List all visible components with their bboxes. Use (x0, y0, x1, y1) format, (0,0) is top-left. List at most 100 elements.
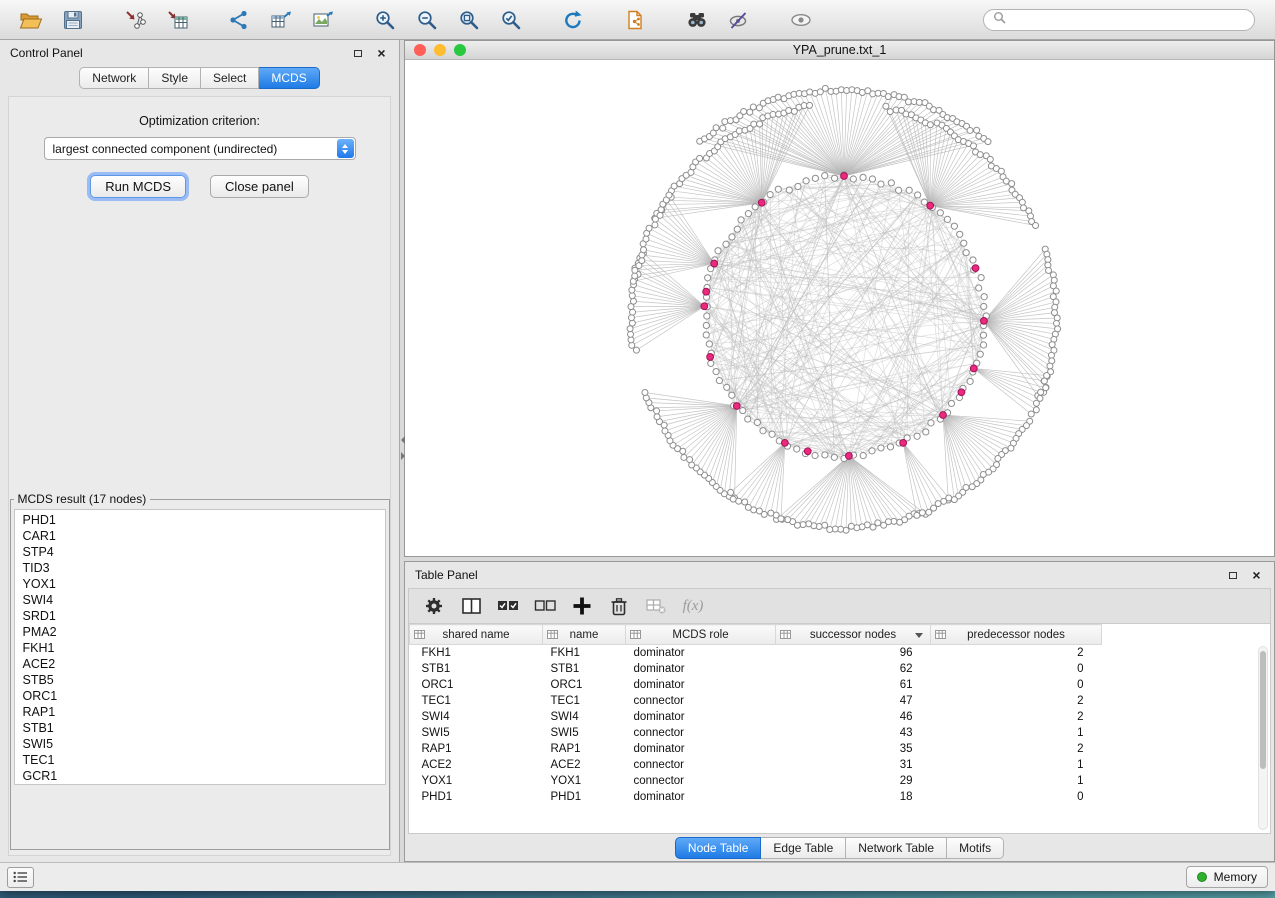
search-input[interactable] (1012, 12, 1245, 28)
open-folder-icon[interactable] (10, 5, 52, 35)
tab-motifs[interactable]: Motifs (947, 837, 1004, 859)
mcds-result-item[interactable]: PHD1 (15, 512, 385, 528)
mcds-result-item[interactable]: STP4 (15, 544, 385, 560)
close-window-icon[interactable] (414, 44, 426, 56)
criterion-selected-value: largest connected component (undirected) (53, 142, 278, 156)
mcds-result-group: MCDS result (17 nodes) PHD1CAR1STP4TID3Y… (10, 492, 390, 850)
memory-button[interactable]: Memory (1186, 866, 1268, 888)
column-header-mcds-role[interactable]: MCDS role (626, 625, 776, 645)
select-all-checkboxes-icon[interactable] (497, 594, 519, 618)
zoom-window-icon[interactable] (454, 44, 466, 56)
export-table-icon[interactable] (260, 5, 302, 35)
zoom-in-icon[interactable] (364, 5, 406, 35)
table-row[interactable]: SWI4SWI4dominator462 (410, 709, 1102, 725)
column-header-successor-nodes[interactable]: successor nodes (776, 625, 931, 645)
control-panel: Control Panel × Network Style Select MCD… (0, 40, 400, 862)
tab-node-table[interactable]: Node Table (675, 837, 762, 859)
mcds-result-item[interactable]: SRD1 (15, 608, 385, 624)
minimize-window-icon[interactable] (434, 44, 446, 56)
table-row[interactable]: SWI5SWI5connector431 (410, 725, 1102, 741)
mcds-result-item[interactable]: SWI5 (15, 736, 385, 752)
split-columns-icon[interactable] (460, 594, 482, 618)
mcds-result-item[interactable]: ORC1 (15, 688, 385, 704)
close-panel-icon[interactable]: × (374, 46, 389, 61)
tab-edge-table[interactable]: Edge Table (761, 837, 846, 859)
zoom-fit-icon[interactable] (448, 5, 490, 35)
network-view-window: YPA_prune.txt_1 (404, 40, 1275, 557)
network-window-title: YPA_prune.txt_1 (793, 43, 887, 57)
zoom-out-icon[interactable] (406, 5, 448, 35)
mcds-result-list[interactable]: PHD1CAR1STP4TID3YOX1SWI4SRD1PMA2FKH1ACE2… (14, 509, 386, 785)
mcds-result-item[interactable]: TID3 (15, 560, 385, 576)
column-grid-icon (935, 629, 946, 643)
node-table: shared name name MCDS role (409, 624, 1102, 805)
column-header-shared-name[interactable]: shared name (410, 625, 543, 645)
save-icon[interactable] (52, 5, 94, 35)
mcds-result-item[interactable]: YOX1 (15, 576, 385, 592)
mcds-result-item[interactable]: STB1 (15, 720, 385, 736)
mcds-result-item[interactable]: GCR1 (15, 768, 385, 784)
deselect-all-checkboxes-icon[interactable] (534, 594, 556, 618)
column-header-name[interactable]: name (543, 625, 626, 645)
search-binoculars-icon[interactable] (676, 5, 718, 35)
float-panel-icon[interactable] (350, 46, 365, 61)
export-image-icon[interactable] (302, 5, 344, 35)
tab-network[interactable]: Network (79, 67, 149, 89)
column-label: MCDS role (672, 629, 728, 641)
task-history-icon[interactable] (7, 867, 34, 888)
table-row[interactable]: ACE2ACE2connector311 (410, 757, 1102, 773)
mcds-result-item[interactable]: CAR1 (15, 528, 385, 544)
run-mcds-button[interactable]: Run MCDS (90, 175, 186, 198)
network-window-titlebar[interactable]: YPA_prune.txt_1 (405, 41, 1274, 60)
tab-style[interactable]: Style (149, 67, 201, 89)
mcds-result-item[interactable]: RAP1 (15, 704, 385, 720)
table-row[interactable]: STB1STB1dominator620 (410, 661, 1102, 677)
float-table-panel-icon[interactable] (1225, 568, 1240, 583)
close-panel-button[interactable]: Close panel (210, 175, 309, 198)
mcds-result-item[interactable]: TEC1 (15, 752, 385, 768)
table-scrollbar[interactable] (1258, 646, 1268, 830)
delete-row-icon[interactable] (608, 594, 630, 618)
tab-mcds[interactable]: MCDS (259, 67, 319, 89)
dropdown-stepper-icon[interactable] (337, 139, 354, 158)
tab-network-table[interactable]: Network Table (846, 837, 947, 859)
gear-icon[interactable] (423, 594, 445, 618)
search-field[interactable] (983, 9, 1255, 31)
table-row[interactable]: FKH1FKH1dominator962 (410, 645, 1102, 661)
control-panel-title: Control Panel (10, 46, 341, 60)
clone-network-icon[interactable] (614, 5, 656, 35)
table-row[interactable]: ORC1ORC1dominator610 (410, 677, 1102, 693)
chevron-down-icon[interactable] (915, 633, 923, 638)
tab-select[interactable]: Select (201, 67, 259, 89)
show-hide-eye-icon[interactable] (780, 5, 822, 35)
import-network-icon[interactable] (114, 5, 156, 35)
mcds-result-item[interactable]: FKH1 (15, 640, 385, 656)
table-toolbar: f(x) (408, 588, 1271, 624)
mcds-result-item[interactable]: SWI4 (15, 592, 385, 608)
filter-icon[interactable] (718, 5, 760, 35)
close-table-panel-icon[interactable]: × (1249, 568, 1264, 583)
criterion-dropdown[interactable]: largest connected component (undirected) (44, 137, 356, 160)
import-table-icon[interactable] (156, 5, 198, 35)
mcds-result-item[interactable]: PMA2 (15, 624, 385, 640)
table-panel: Table Panel × (404, 561, 1275, 862)
mcds-result-item[interactable]: STB5 (15, 672, 385, 688)
column-header-predecessor-nodes[interactable]: predecessor nodes (931, 625, 1102, 645)
scrollbar-thumb[interactable] (1260, 651, 1266, 769)
export-network-icon[interactable] (218, 5, 260, 35)
add-row-icon[interactable] (571, 594, 593, 618)
zoom-selected-icon[interactable] (490, 5, 532, 35)
control-panel-header: Control Panel × (0, 40, 399, 66)
table-row[interactable]: YOX1YOX1connector291 (410, 773, 1102, 789)
network-canvas[interactable] (405, 60, 1274, 556)
refresh-icon[interactable] (552, 5, 594, 35)
table-row[interactable]: TEC1TEC1connector472 (410, 693, 1102, 709)
node-table-area[interactable]: shared name name MCDS role (408, 624, 1271, 834)
mcds-result-item[interactable]: ACE2 (15, 656, 385, 672)
network-graph[interactable] (405, 60, 1274, 556)
table-row[interactable]: PHD1PHD1dominator180 (410, 789, 1102, 805)
search-icon (993, 11, 1006, 29)
panel-collapse-handle[interactable] (400, 436, 405, 460)
table-row[interactable]: RAP1RAP1dominator352 (410, 741, 1102, 757)
column-label: name (570, 629, 599, 641)
